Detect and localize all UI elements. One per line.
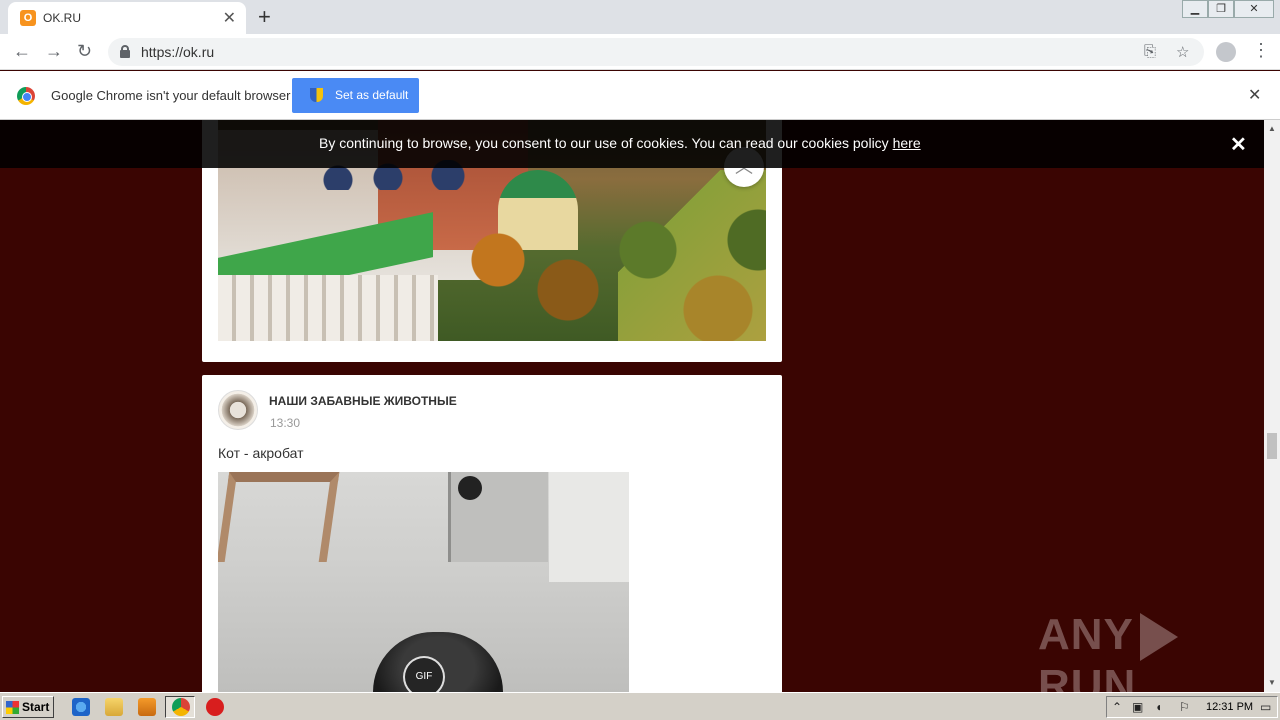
menu-kebab-icon[interactable]: ⋮ xyxy=(1252,40,1270,61)
profile-avatar-icon[interactable] xyxy=(1216,42,1236,62)
post-text: Кот - акробат xyxy=(218,445,304,461)
reload-icon[interactable]: ↻ xyxy=(77,41,92,62)
post-gif-media[interactable]: GIF xyxy=(218,472,629,692)
windows-taskbar: Start ⌃ ▣ ◖ ⚐ 12:31 PM ▭ xyxy=(0,692,1280,720)
taskbar-clock[interactable]: 12:31 PM xyxy=(1206,701,1253,713)
file-explorer-icon[interactable] xyxy=(105,698,123,716)
page-content: ︿ НАШИ ЗАБАВНЫЕ ЖИВОТНЫЕ 13:30 Кот - акр… xyxy=(0,120,1264,692)
chrome-taskbar-button[interactable] xyxy=(165,696,195,718)
minimize-button[interactable]: ▁ xyxy=(1182,0,1208,18)
ok-logo-icon: О xyxy=(20,10,36,26)
default-browser-infobar: Google Chrome isn't your default browser… xyxy=(0,71,1280,120)
watermark-right: RUN xyxy=(1038,661,1137,692)
close-window-button[interactable]: ✕ xyxy=(1234,0,1274,18)
bookmark-star-icon[interactable]: ☆ xyxy=(1176,43,1189,61)
system-tray: ⌃ ▣ ◖ ⚐ 12:31 PM ▭ xyxy=(1106,696,1278,718)
internet-explorer-icon[interactable] xyxy=(72,698,90,716)
infobar-close-icon[interactable]: ✕ xyxy=(1248,85,1261,105)
post-timestamp: 13:30 xyxy=(270,416,301,430)
opera-icon[interactable] xyxy=(206,698,224,716)
scroll-up-arrow-icon[interactable]: ▲ xyxy=(1268,124,1276,133)
cookie-close-icon[interactable]: ✕ xyxy=(1230,132,1247,157)
infobar-message: Google Chrome isn't your default browser xyxy=(51,88,291,103)
start-button[interactable]: Start xyxy=(2,696,54,718)
browser-tab[interactable]: О OK.RU ✕ xyxy=(8,2,246,34)
set-as-default-label: Set as default xyxy=(335,88,409,102)
play-logo-icon xyxy=(1139,613,1178,662)
volume-icon[interactable]: ◖ xyxy=(1155,700,1162,714)
cookie-message: By continuing to browse, you consent to … xyxy=(319,135,893,151)
tray-expand-icon[interactable]: ⌃ xyxy=(1112,700,1122,714)
browser-toolbar: ← → ↻ https://ok.ru ⎘ ☆ ⋮ xyxy=(0,34,1280,70)
lock-icon[interactable] xyxy=(120,45,130,58)
url-text[interactable]: https://ok.ru xyxy=(141,44,214,60)
set-as-default-button[interactable]: Set as default xyxy=(292,78,419,113)
cookie-text: By continuing to browse, you consent to … xyxy=(319,135,921,151)
chrome-icon xyxy=(172,698,190,716)
media-player-icon[interactable] xyxy=(138,698,156,716)
anyrun-watermark: ANYRUN xyxy=(1038,610,1264,692)
action-center-flag-icon[interactable]: ⚐ xyxy=(1179,700,1190,714)
restore-button[interactable]: ❐ xyxy=(1208,0,1234,18)
translate-icon[interactable]: ⎘ xyxy=(1144,43,1156,60)
cookie-policy-link[interactable]: here xyxy=(893,135,921,151)
vertical-scrollbar[interactable]: ▲ ▼ xyxy=(1264,120,1280,692)
gif-play-badge[interactable]: GIF xyxy=(403,656,445,692)
network-icon[interactable]: ▣ xyxy=(1132,700,1143,714)
chrome-logo-icon xyxy=(17,87,35,105)
group-avatar[interactable] xyxy=(218,390,258,430)
start-label: Start xyxy=(22,700,50,714)
show-desktop-icon[interactable]: ▭ xyxy=(1260,700,1271,714)
close-tab-icon[interactable]: ✕ xyxy=(223,8,236,28)
cookie-consent-banner: By continuing to browse, you consent to … xyxy=(0,120,1264,168)
scroll-down-arrow-icon[interactable]: ▼ xyxy=(1268,678,1276,687)
forward-icon[interactable]: → xyxy=(45,41,63,62)
new-tab-button[interactable]: + xyxy=(258,4,271,30)
watermark-left: ANY xyxy=(1038,610,1134,659)
feed-post-card: НАШИ ЗАБАВНЫЕ ЖИВОТНЫЕ 13:30 Кот - акроб… xyxy=(202,375,782,692)
group-name-link[interactable]: НАШИ ЗАБАВНЫЕ ЖИВОТНЫЕ xyxy=(269,394,457,408)
tab-title: OK.RU xyxy=(43,11,82,25)
shield-icon xyxy=(310,88,323,102)
address-bar[interactable]: https://ok.ru ⎘ ☆ xyxy=(108,38,1204,66)
tab-strip: О OK.RU ✕ + ▁ ❐ ✕ xyxy=(0,0,1280,34)
windows-logo-icon xyxy=(6,701,19,714)
scrollbar-thumb[interactable] xyxy=(1267,433,1277,459)
back-icon[interactable]: ← xyxy=(13,41,31,62)
